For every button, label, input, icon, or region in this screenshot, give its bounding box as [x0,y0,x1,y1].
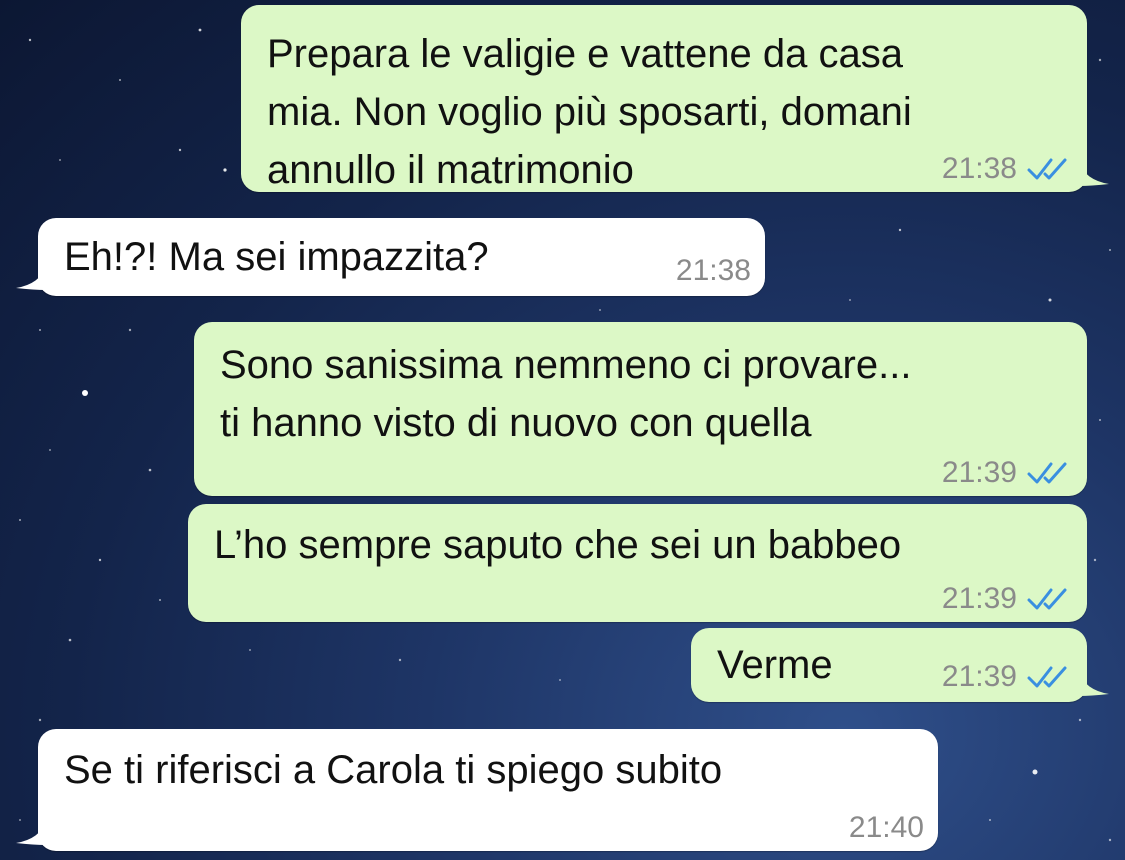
double-check-read-icon [1027,158,1067,180]
bubble-tail [1079,162,1109,186]
message-bubble-outgoing[interactable]: L’ho sempre saputo che sei un babbeo 21:… [188,504,1087,622]
double-check-read-icon [1027,666,1067,688]
message-bubble-outgoing[interactable]: Sono sanissima nemmeno ci provare... ti … [194,322,1087,496]
message-time: 21:39 [941,660,1017,693]
message-time: 21:38 [675,254,751,287]
double-check-read-icon [1027,588,1067,610]
message-text: Sono sanissima nemmeno ci provare... ti … [220,343,912,445]
message-time: 21:40 [848,811,924,844]
message-meta: 21:40 [849,811,924,845]
message-bubble-incoming[interactable]: Eh!?! Ma sei impazzita? 21:38 [16,218,765,296]
message-time: 21:38 [941,152,1017,185]
bubble-tail [16,821,46,845]
message-text: Eh!?! Ma sei impazzita? [64,235,489,279]
double-check-read-icon [1027,462,1067,484]
message-meta: 21:39 [942,660,1073,694]
message-bubble-outgoing[interactable]: Prepara le valigie e vattene da casa mia… [241,5,1109,192]
message-meta: 21:39 [942,582,1073,616]
message-bubble-incoming[interactable]: Se ti riferisci a Carola ti spiego subit… [16,729,938,851]
message-bubble-outgoing[interactable]: Verme 21:39 [691,628,1109,702]
message-text: Se ti riferisci a Carola ti spiego subit… [64,748,723,792]
message-time: 21:39 [941,456,1017,489]
message-meta: 21:38 [676,254,751,288]
message-time: 21:39 [941,582,1017,615]
message-meta: 21:39 [942,456,1073,490]
message-meta: 21:38 [942,152,1073,186]
message-text: L’ho sempre saputo che sei un babbeo [214,523,902,567]
bubble-tail [16,266,46,290]
bubble-tail [1079,672,1109,696]
